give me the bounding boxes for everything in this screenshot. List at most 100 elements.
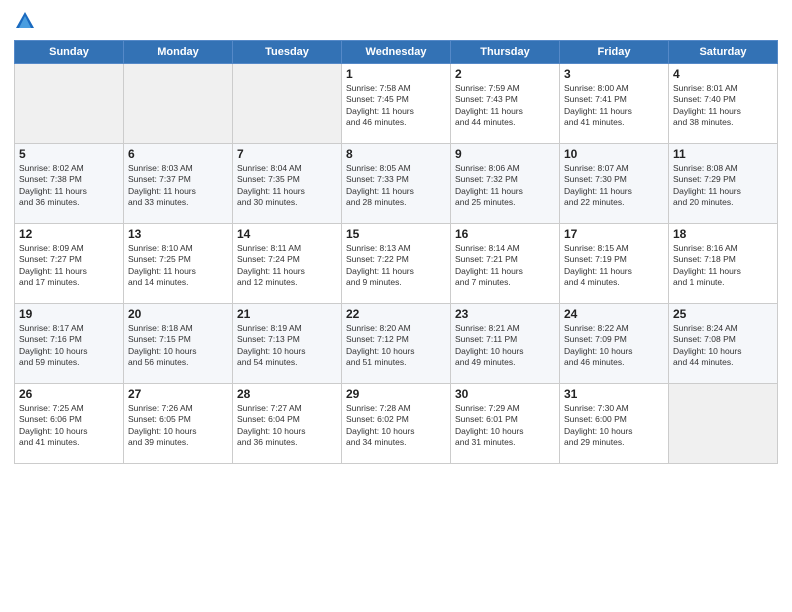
cell-info: Sunrise: 8:19 AM Sunset: 7:13 PM Dayligh… [237,323,337,369]
calendar-table: SundayMondayTuesdayWednesdayThursdayFrid… [14,40,778,464]
cell-info: Sunrise: 8:22 AM Sunset: 7:09 PM Dayligh… [564,323,664,369]
calendar-cell: 30 Sunrise: 7:29 AM Sunset: 6:01 PM Dayli… [451,384,560,464]
day-number: 3 [564,67,664,81]
calendar-cell: 26Sunrise: 7:25 AM Sunset: 6:06 PM Dayli… [15,384,124,464]
calendar-cell: 20 Sunrise: 8:18 AM Sunset: 7:15 PM Dayli… [124,304,233,384]
calendar-cell: 4 Sunrise: 8:01 AM Sunset: 7:40 PM Daylig… [669,64,778,144]
cell-info: Sunrise: 8:02 AM Sunset: 7:38 PM Dayligh… [19,163,119,209]
cell-info: Sunrise: 8:18 AM Sunset: 7:15 PM Dayligh… [128,323,228,369]
logo [14,10,40,32]
day-number: 27 [128,387,228,401]
calendar-cell: 23Sunrise: 8:21 AM Sunset: 7:11 PM Dayli… [451,304,560,384]
weekday-header-cell: Tuesday [233,41,342,64]
cell-info: Sunrise: 7:27 AM Sunset: 6:04 PM Dayligh… [237,403,337,449]
calendar-cell: 31 Sunrise: 7:30 AM Sunset: 6:00 PM Dayli… [560,384,669,464]
calendar-cell: 16 Sunrise: 8:14 AM Sunset: 7:21 PM Dayli… [451,224,560,304]
cell-info: Sunrise: 8:24 AM Sunset: 7:08 PM Dayligh… [673,323,773,369]
cell-info: Sunrise: 8:06 AM Sunset: 7:32 PM Dayligh… [455,163,555,209]
cell-info: Sunrise: 7:28 AM Sunset: 6:02 PM Dayligh… [346,403,446,449]
calendar-week-row: 26Sunrise: 7:25 AM Sunset: 6:06 PM Dayli… [15,384,778,464]
weekday-header-cell: Friday [560,41,669,64]
calendar-cell: 11 Sunrise: 8:08 AM Sunset: 7:29 PM Dayli… [669,144,778,224]
day-number: 6 [128,147,228,161]
cell-info: Sunrise: 8:05 AM Sunset: 7:33 PM Dayligh… [346,163,446,209]
day-number: 14 [237,227,337,241]
day-number: 8 [346,147,446,161]
day-number: 2 [455,67,555,81]
calendar-cell: 9 Sunrise: 8:06 AM Sunset: 7:32 PM Daylig… [451,144,560,224]
day-number: 30 [455,387,555,401]
day-number: 4 [673,67,773,81]
day-number: 5 [19,147,119,161]
calendar-cell: 24 Sunrise: 8:22 AM Sunset: 7:09 PM Dayli… [560,304,669,384]
day-number: 23 [455,307,555,321]
calendar-cell: 21 Sunrise: 8:19 AM Sunset: 7:13 PM Dayli… [233,304,342,384]
day-number: 10 [564,147,664,161]
cell-info: Sunrise: 8:11 AM Sunset: 7:24 PM Dayligh… [237,243,337,289]
cell-info: Sunrise: 8:08 AM Sunset: 7:29 PM Dayligh… [673,163,773,209]
cell-info: Sunrise: 8:03 AM Sunset: 7:37 PM Dayligh… [128,163,228,209]
cell-info: Sunrise: 8:04 AM Sunset: 7:35 PM Dayligh… [237,163,337,209]
weekday-header-cell: Sunday [15,41,124,64]
cell-info: Sunrise: 7:29 AM Sunset: 6:01 PM Dayligh… [455,403,555,449]
day-number: 17 [564,227,664,241]
calendar-cell: 12Sunrise: 8:09 AM Sunset: 7:27 PM Dayli… [15,224,124,304]
calendar-cell: 27 Sunrise: 7:26 AM Sunset: 6:05 PM Dayli… [124,384,233,464]
calendar-cell: 18 Sunrise: 8:16 AM Sunset: 7:18 PM Dayli… [669,224,778,304]
calendar-week-row: 5 Sunrise: 8:02 AM Sunset: 7:38 PM Daylig… [15,144,778,224]
calendar-cell [124,64,233,144]
calendar-week-row: 1Sunrise: 7:58 AM Sunset: 7:45 PM Daylig… [15,64,778,144]
day-number: 22 [346,307,446,321]
day-number: 7 [237,147,337,161]
calendar-cell: 29Sunrise: 7:28 AM Sunset: 6:02 PM Dayli… [342,384,451,464]
calendar-week-row: 19Sunrise: 8:17 AM Sunset: 7:16 PM Dayli… [15,304,778,384]
day-number: 21 [237,307,337,321]
header [14,10,778,32]
day-number: 24 [564,307,664,321]
cell-info: Sunrise: 8:14 AM Sunset: 7:21 PM Dayligh… [455,243,555,289]
calendar-cell: 17 Sunrise: 8:15 AM Sunset: 7:19 PM Dayli… [560,224,669,304]
calendar-cell: 22Sunrise: 8:20 AM Sunset: 7:12 PM Dayli… [342,304,451,384]
weekday-header-row: SundayMondayTuesdayWednesdayThursdayFrid… [15,41,778,64]
day-number: 28 [237,387,337,401]
day-number: 31 [564,387,664,401]
cell-info: Sunrise: 8:01 AM Sunset: 7:40 PM Dayligh… [673,83,773,129]
page: SundayMondayTuesdayWednesdayThursdayFrid… [0,0,792,612]
day-number: 18 [673,227,773,241]
calendar-cell: 6 Sunrise: 8:03 AM Sunset: 7:37 PM Daylig… [124,144,233,224]
cell-info: Sunrise: 7:26 AM Sunset: 6:05 PM Dayligh… [128,403,228,449]
weekday-header-cell: Monday [124,41,233,64]
cell-info: Sunrise: 7:30 AM Sunset: 6:00 PM Dayligh… [564,403,664,449]
cell-info: Sunrise: 8:16 AM Sunset: 7:18 PM Dayligh… [673,243,773,289]
day-number: 25 [673,307,773,321]
day-number: 15 [346,227,446,241]
day-number: 11 [673,147,773,161]
calendar-cell: 25 Sunrise: 8:24 AM Sunset: 7:08 PM Dayli… [669,304,778,384]
calendar-cell [15,64,124,144]
calendar-cell: 13Sunrise: 8:10 AM Sunset: 7:25 PM Dayli… [124,224,233,304]
calendar-cell: 2 Sunrise: 7:59 AM Sunset: 7:43 PM Daylig… [451,64,560,144]
cell-info: Sunrise: 7:25 AM Sunset: 6:06 PM Dayligh… [19,403,119,449]
calendar-cell: 7 Sunrise: 8:04 AM Sunset: 7:35 PM Daylig… [233,144,342,224]
cell-info: Sunrise: 8:07 AM Sunset: 7:30 PM Dayligh… [564,163,664,209]
cell-info: Sunrise: 8:13 AM Sunset: 7:22 PM Dayligh… [346,243,446,289]
calendar-body: 1Sunrise: 7:58 AM Sunset: 7:45 PM Daylig… [15,64,778,464]
weekday-header-cell: Thursday [451,41,560,64]
cell-info: Sunrise: 8:15 AM Sunset: 7:19 PM Dayligh… [564,243,664,289]
day-number: 16 [455,227,555,241]
cell-info: Sunrise: 8:00 AM Sunset: 7:41 PM Dayligh… [564,83,664,129]
cell-info: Sunrise: 8:10 AM Sunset: 7:25 PM Dayligh… [128,243,228,289]
day-number: 9 [455,147,555,161]
calendar-cell: 5 Sunrise: 8:02 AM Sunset: 7:38 PM Daylig… [15,144,124,224]
cell-info: Sunrise: 7:59 AM Sunset: 7:43 PM Dayligh… [455,83,555,129]
calendar-cell: 28 Sunrise: 7:27 AM Sunset: 6:04 PM Dayli… [233,384,342,464]
calendar-week-row: 12Sunrise: 8:09 AM Sunset: 7:27 PM Dayli… [15,224,778,304]
day-number: 20 [128,307,228,321]
calendar-cell: 10 Sunrise: 8:07 AM Sunset: 7:30 PM Dayli… [560,144,669,224]
weekday-header-cell: Wednesday [342,41,451,64]
day-number: 19 [19,307,119,321]
cell-info: Sunrise: 8:09 AM Sunset: 7:27 PM Dayligh… [19,243,119,289]
calendar-cell: 14 Sunrise: 8:11 AM Sunset: 7:24 PM Dayli… [233,224,342,304]
calendar-cell [233,64,342,144]
day-number: 1 [346,67,446,81]
